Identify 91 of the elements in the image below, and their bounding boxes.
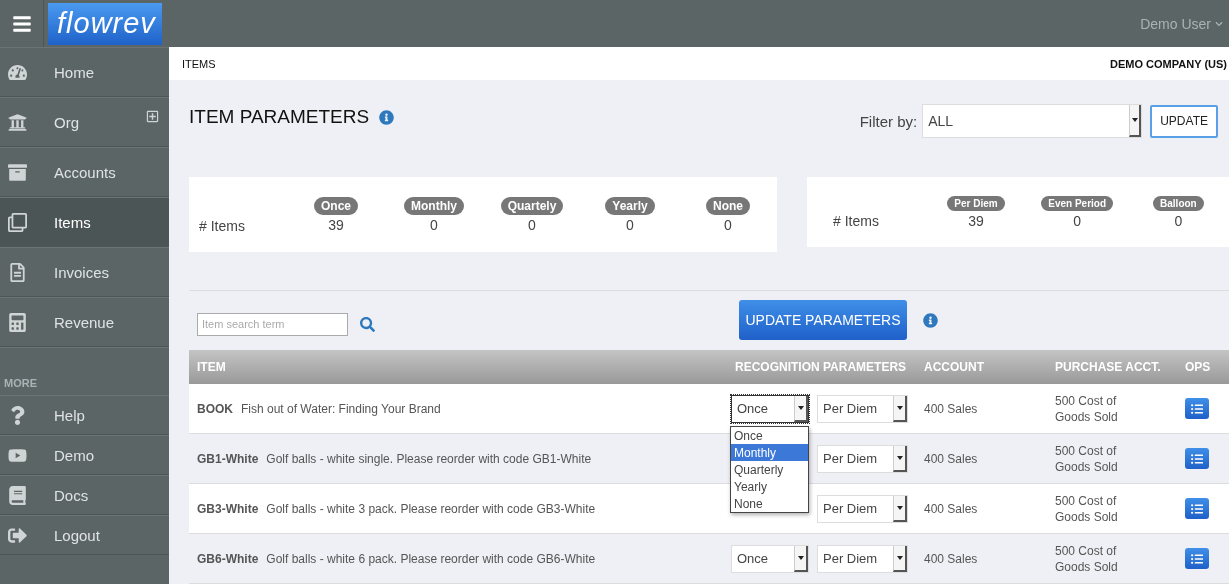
badge: Per Diem <box>947 195 1005 211</box>
page-title: ITEM PARAMETERS <box>189 106 370 128</box>
select-field[interactable]: Once <box>731 394 809 423</box>
table-cell-text: 500 Cost of Goods Sold <box>1055 492 1119 525</box>
bank-icon <box>8 112 27 132</box>
stat-label: # Items <box>199 217 246 234</box>
dropdown-option[interactable]: Quarterly <box>731 461 808 478</box>
item-cell-text: GB3-White Golf balls - white 3 pack. Please reorder with code GB3-White <box>196 501 597 516</box>
badge: Yearly <box>605 196 655 215</box>
sidebar-item[interactable]: Docs <box>0 475 169 515</box>
section-label: MORE <box>0 347 169 395</box>
badge: Even Period <box>1041 195 1114 211</box>
sidebar-item[interactable]: Home <box>0 47 169 97</box>
table-cell-text: 400 Sales <box>924 450 979 467</box>
company-name: DEMO COMPANY (US) <box>1110 57 1227 70</box>
table-cell-text: 400 Sales <box>924 400 979 417</box>
table-cell-text: 400 Sales <box>924 500 979 517</box>
search-field[interactable]: Item search term <box>197 312 348 336</box>
column-header: ACCOUNT <box>924 360 985 374</box>
caret-icon <box>797 555 804 560</box>
info-icon[interactable] <box>923 312 938 328</box>
expand-icon[interactable] <box>146 110 159 123</box>
filter-select[interactable]: ALL <box>922 104 1143 138</box>
caret-icon <box>896 455 903 460</box>
column-header: PURCHASE ACCT. <box>1055 360 1162 374</box>
caret-icon <box>896 505 903 510</box>
help-icon <box>8 405 27 425</box>
dropdown-option[interactable]: Yearly <box>731 478 808 495</box>
calculator-icon <box>8 312 27 332</box>
select-field[interactable]: Per Diem <box>817 494 908 523</box>
caret-icon <box>797 405 804 410</box>
dropdown-option[interactable]: Monthly <box>731 444 808 461</box>
item-cell-text: BOOK Fish out of Water: Finding Your Brand <box>196 401 442 416</box>
stat-count: 0 <box>1174 212 1183 229</box>
dropdown-option[interactable]: None <box>731 495 808 512</box>
stacked-squares-icon <box>8 212 27 232</box>
badge: Monthly <box>404 196 464 215</box>
badge: None <box>706 196 750 215</box>
column-header: RECOGNITION PARAMETERS <box>735 360 908 374</box>
table-cell-text: 500 Cost of Goods Sold <box>1055 392 1119 425</box>
item-cell-text: GB6-White Golf balls - white 6 pack. Please reorder with code GB6-White <box>196 551 597 566</box>
sidebar-item[interactable]: Logout <box>0 515 169 555</box>
update-parameters-button[interactable]: UPDATE PARAMETERS <box>739 300 907 340</box>
table-cell-text: 400 Sales <box>924 550 979 567</box>
menu-icon[interactable] <box>11 13 32 34</box>
sidebar-item[interactable]: Demo <box>0 435 169 475</box>
column-header: ITEM <box>196 360 227 374</box>
info-icon[interactable] <box>379 109 395 125</box>
stat-count: 0 <box>430 216 438 233</box>
list-icon[interactable] <box>1185 548 1209 569</box>
caret-icon <box>896 405 903 410</box>
update-button[interactable]: UPDATE <box>1150 104 1218 138</box>
book-icon <box>8 485 27 505</box>
stat-count: 0 <box>1073 212 1082 229</box>
stat-count: 0 <box>626 216 634 233</box>
document-icon <box>8 262 27 282</box>
search-icon[interactable] <box>360 316 375 332</box>
stat-label: # Items <box>833 213 880 229</box>
stat-count: 0 <box>724 216 732 233</box>
badge: Balloon <box>1153 195 1204 211</box>
table-cell-text: 500 Cost of Goods Sold <box>1055 542 1119 575</box>
sidebar-item[interactable]: Help <box>0 395 169 435</box>
archive-box-icon <box>8 162 27 182</box>
list-icon[interactable] <box>1185 398 1209 419</box>
stat-count: 39 <box>328 216 344 233</box>
list-icon[interactable] <box>1185 448 1209 469</box>
sidebar-item[interactable]: Org <box>0 97 169 147</box>
column-header: OPS <box>1185 360 1212 374</box>
caret-icon <box>1131 118 1138 122</box>
list-icon[interactable] <box>1185 498 1209 519</box>
item-cell-text: GB1-White Golf balls - white single. Please reorder with code GB1-White <box>196 451 593 466</box>
badge: Once <box>314 196 358 215</box>
table-cell-text: 500 Cost of Goods Sold <box>1055 442 1119 475</box>
gauge-icon <box>8 62 27 82</box>
select-field[interactable]: Per Diem <box>817 444 908 473</box>
sidebar-item[interactable]: Invoices <box>0 247 169 297</box>
stat-count: 0 <box>528 216 536 233</box>
stat-count: 39 <box>968 212 984 229</box>
badge: Quartely <box>500 196 564 215</box>
select-field[interactable]: Per Diem <box>817 544 908 573</box>
logo[interactable]: flowrev <box>48 2 162 45</box>
chevron-down-icon <box>1215 19 1223 28</box>
caret-icon <box>896 555 903 560</box>
select-field[interactable]: Once <box>731 544 809 573</box>
logout-icon <box>8 525 27 545</box>
breadcrumb: ITEMS <box>182 57 216 70</box>
dropdown-option[interactable]: Once <box>731 427 808 444</box>
sidebar-item[interactable]: Items <box>0 197 169 247</box>
filter-label: Filter by: <box>859 112 918 130</box>
sidebar-item[interactable]: Revenue <box>0 297 169 347</box>
select-field[interactable]: Per Diem <box>817 394 908 423</box>
